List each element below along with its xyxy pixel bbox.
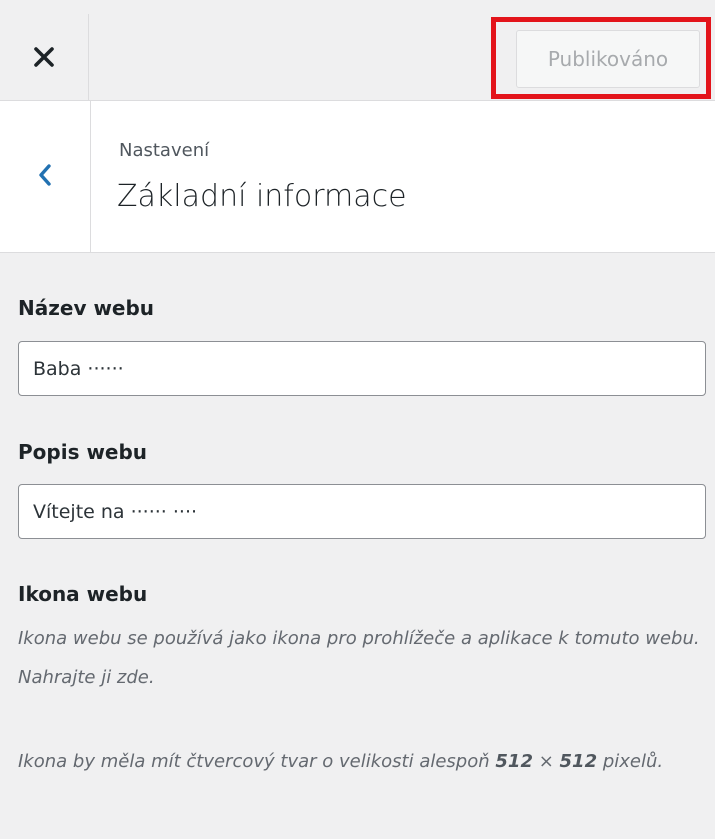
size-unit: pixelů. bbox=[602, 751, 664, 772]
section-header: Nastavení Základní informace bbox=[0, 101, 715, 253]
close-button[interactable] bbox=[0, 14, 89, 100]
site-icon-size-note: Ikona by měla mít čtvercový tvar o velik… bbox=[18, 742, 708, 781]
back-button[interactable] bbox=[0, 101, 91, 252]
site-icon-description: Ikona webu se používá jako ikona pro pro… bbox=[18, 628, 700, 688]
size-height: 512 bbox=[559, 751, 598, 772]
section-title: Základní informace bbox=[117, 179, 407, 214]
tagline-input[interactable] bbox=[18, 484, 706, 539]
site-icon-label: Ikona webu bbox=[18, 582, 148, 606]
size-note-prefix: Ikona by měla mít čtvercový tvar o velik… bbox=[18, 751, 490, 772]
site-title-input[interactable] bbox=[18, 341, 706, 396]
close-icon bbox=[33, 46, 55, 68]
size-separator: × bbox=[538, 751, 554, 772]
customizer-topbar: Publikováno bbox=[0, 0, 715, 101]
tagline-label: Popis webu bbox=[18, 440, 148, 464]
site-title-label: Název webu bbox=[18, 296, 155, 320]
chevron-left-icon bbox=[37, 163, 53, 191]
size-width: 512 bbox=[495, 751, 533, 772]
breadcrumb: Nastavení bbox=[119, 140, 210, 161]
publish-button[interactable]: Publikováno bbox=[516, 30, 700, 88]
